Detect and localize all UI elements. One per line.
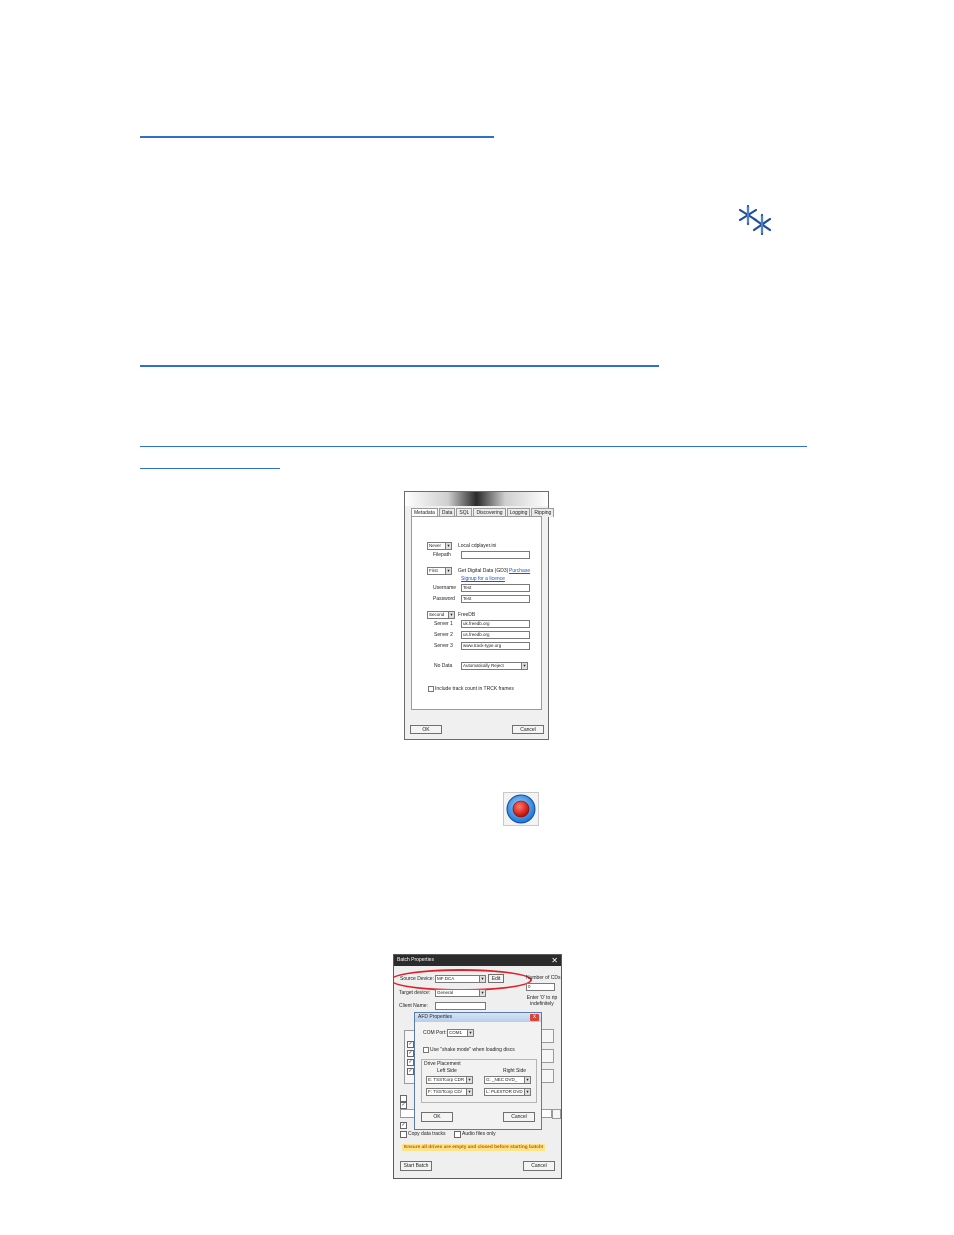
batch-title: Batch Properties [397,957,434,963]
select-value: F: TSSTcorp CD/ [428,1089,462,1094]
track-count-checkbox[interactable] [428,686,434,692]
batch-titlebar: Batch Properties ✕ [394,955,561,966]
copy-data-tracks-label: Copy data tracks [408,1131,446,1137]
left-side-label: Left Side [437,1068,457,1074]
select-value: First [429,568,438,573]
server2-input[interactable]: us.freedb.org [461,631,530,639]
freedb-priority-select[interactable]: Second [427,611,455,619]
afd-title: AFD Properties [418,1014,453,1020]
target-device-label: Target device: [399,990,431,996]
select-value: G: _NEC DVD_ [486,1077,518,1082]
metadata-settings-dialog: Metadata Data SQL Discovering Logging Ri… [404,491,555,740]
username-label: Username [433,585,457,591]
option-checkbox-3[interactable]: ✓ [400,1122,407,1129]
filepath-label: Filepath [433,552,451,558]
ok-button[interactable]: OK [410,725,442,734]
left-drive-1-select[interactable]: E: TSSTcorp CDR [426,1076,473,1084]
start-batch-button[interactable]: Start Batch [400,1161,432,1171]
enter-zero-note: Enter '0' to rip indefinitely [526,995,558,1007]
batch-cancel-button[interactable]: Cancel [523,1161,555,1171]
output-checkbox-1[interactable]: ✓ [407,1041,414,1048]
afd-close-icon[interactable]: x [530,1014,539,1021]
afd-ok-button[interactable]: OK [421,1112,453,1122]
left-drive-2-select[interactable]: F: TSSTcorp CD/ [426,1088,473,1096]
option-checkbox-2[interactable]: ✓ [400,1102,407,1109]
afd-properties-dialog: AFD Properties x COM Port: COM1 Use "sha… [414,1012,542,1130]
shake-mode-checkbox[interactable] [423,1047,429,1053]
server3-label: Server 3 [434,643,453,649]
select-value: Second [429,612,445,617]
option-checkbox-1[interactable] [400,1095,407,1102]
select-value: L: PLEXTOR DVD [486,1089,523,1094]
cancel-button[interactable]: Cancel [512,725,544,734]
link-underline-2[interactable] [140,365,659,367]
browse-button[interactable] [552,1109,561,1119]
link-underline-4[interactable] [140,468,280,469]
number-of-cds-label: Number of CDs: [526,975,562,981]
com-port-select[interactable]: COM1 [447,1029,474,1037]
password-label: Password [433,596,455,602]
drive-placement-label: Drive Placement [424,1061,461,1067]
username-input[interactable]: Test [461,584,530,592]
batch-properties-dialog: Batch Properties ✕ Source Device: MF DCA… [393,954,562,1179]
server1-label: Server 1 [434,621,453,627]
select-value: Automatically Reject [463,663,504,668]
right-drive-2-select[interactable]: L: PLEXTOR DVD [484,1088,531,1096]
side-button-2[interactable] [540,1049,554,1063]
freedb-label: FreeDB [458,612,476,618]
link-underline-3[interactable] [140,446,807,447]
no-data-select[interactable]: Automatically Reject [461,662,528,670]
no-data-label: No Data [434,663,453,669]
purchase-link[interactable]: Purchase [509,568,530,574]
server2-label: Server 2 [434,632,453,638]
output-checkbox-4[interactable]: ✓ [407,1068,414,1075]
com-port-label: COM Port: [423,1030,447,1036]
close-icon[interactable]: ✕ [551,955,558,966]
select-value: Never [429,543,442,548]
gd3-priority-select[interactable]: First [427,567,452,575]
record-button-icon[interactable] [503,792,539,826]
shake-mode-label: Use "shake mode" when loading discs [430,1047,515,1053]
side-button-3[interactable] [540,1069,554,1083]
password-input[interactable]: Test [461,595,530,603]
filepath-input[interactable] [461,551,530,559]
afd-cancel-button[interactable]: Cancel [503,1112,535,1122]
server3-input[interactable]: www.track-type.org [461,642,530,650]
client-name-input[interactable] [435,1002,486,1010]
target-device-select[interactable]: General [435,989,486,997]
number-of-cds-input[interactable]: 0 [526,983,555,991]
track-count-label: Include track count in TRCK frames [435,686,514,692]
highlight-ellipse [394,969,532,991]
link-underline-1[interactable] [140,136,494,138]
dialog-titlebar [405,492,548,506]
copy-data-tracks-checkbox[interactable] [400,1131,407,1138]
local-cdplayer-label: Local cdplayer.ini [458,543,497,549]
afd-titlebar: AFD Properties x [415,1013,541,1022]
select-value: E: TSSTcorp CDR [428,1077,465,1082]
client-name-label: Client Name: [399,1003,428,1009]
audio-files-only-label: Audio files only [462,1131,496,1137]
signup-licence-link[interactable]: Signup for a licence [461,576,505,582]
server1-input[interactable]: uk.freedb.org [461,620,530,628]
side-button-1[interactable] [540,1029,554,1043]
gd3-label: Get Digital Data (GD3) [458,568,509,574]
drive-placement-group: Drive Placement Left Side Right Side E: … [421,1059,537,1103]
warning-banner: Ensure all drives are empty and closed b… [402,1144,546,1151]
output-checkbox-3[interactable]: ✓ [407,1059,414,1066]
right-side-label: Right Side [503,1068,527,1074]
right-drive-1-select[interactable]: G: _NEC DVD_ [484,1076,531,1084]
local-cdplayer-priority-select[interactable]: Never [427,542,452,550]
metadata-panel: Never Local cdplayer.ini Filepath First … [411,516,542,710]
select-value: COM1 [449,1030,463,1035]
snowflake-icon [738,204,772,236]
audio-files-only-checkbox[interactable] [454,1131,461,1138]
select-value: General [437,990,454,995]
output-checkbox-2[interactable]: ✓ [407,1050,414,1057]
